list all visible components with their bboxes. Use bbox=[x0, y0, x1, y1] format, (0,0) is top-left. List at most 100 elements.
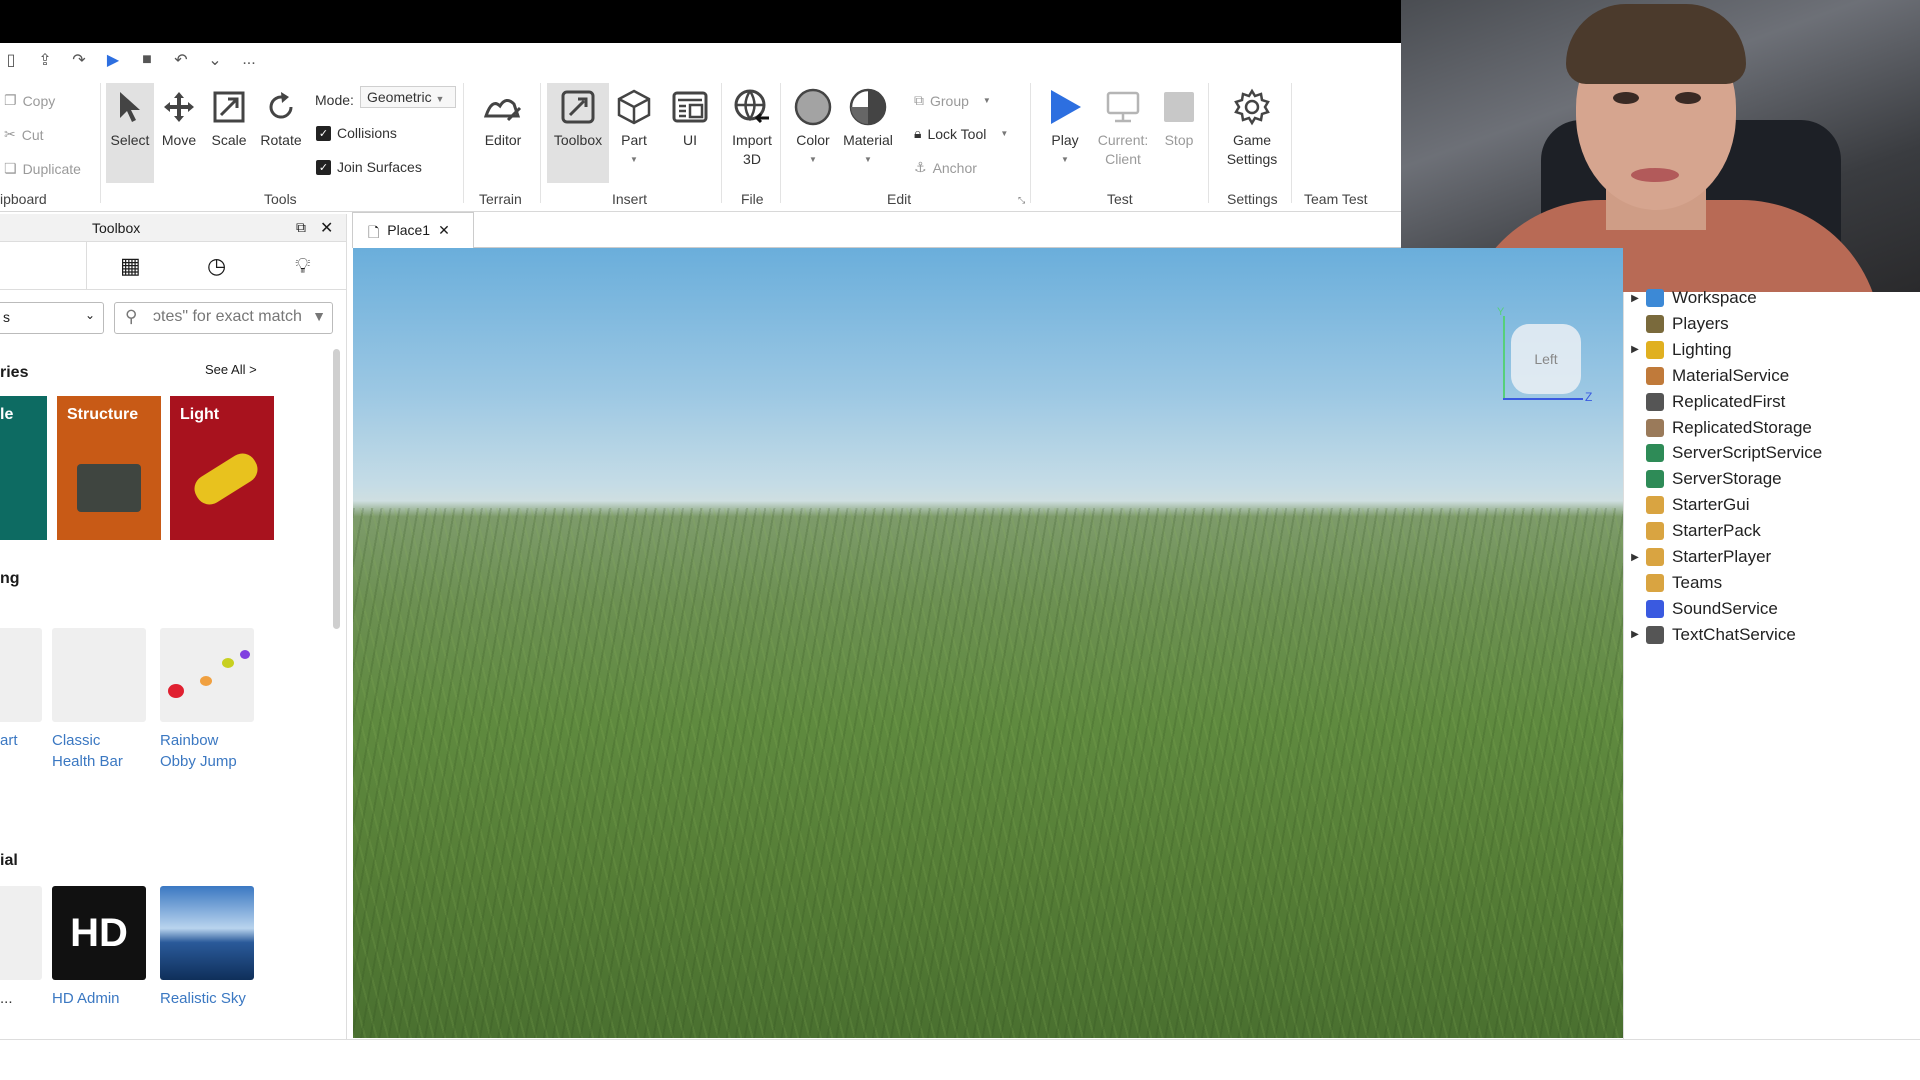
game-settings-button[interactable]: Game Settings bbox=[1222, 85, 1282, 169]
customize-icon[interactable]: ⌄ bbox=[206, 50, 224, 70]
explorer-item[interactable]: Players bbox=[1624, 311, 1729, 337]
toolbox-scrollbar[interactable] bbox=[333, 349, 340, 629]
explorer-item[interactable]: ▶ TextChatService bbox=[1624, 622, 1796, 648]
popout-icon[interactable]: ⧉ bbox=[296, 219, 306, 236]
collisions-label: Collisions bbox=[337, 125, 397, 141]
tab-creations[interactable]: 💡︎ bbox=[260, 242, 346, 289]
category-select[interactable]: s ⌄ bbox=[0, 302, 104, 334]
checkmark-icon: ✓ bbox=[316, 159, 331, 175]
separator bbox=[1030, 83, 1031, 203]
lock-tool-button[interactable]: 🔒︎ Lock Tool ▼ bbox=[914, 125, 1008, 142]
scale-button[interactable]: Scale bbox=[208, 85, 250, 150]
tools-group-label: Tools bbox=[264, 191, 297, 207]
explorer-item[interactable]: StarterGui bbox=[1624, 492, 1749, 518]
move-label: Move bbox=[161, 132, 197, 148]
group-button[interactable]: ⧉ Group ▼ bbox=[914, 92, 991, 109]
expand-arrow-icon[interactable]: ▶ bbox=[1624, 552, 1646, 563]
current-client-button[interactable]: Current: Client bbox=[1093, 85, 1153, 169]
view-cube[interactable]: Left bbox=[1511, 324, 1581, 394]
stop-icon[interactable]: ■ bbox=[138, 51, 156, 69]
asset-title: Classic bbox=[52, 732, 101, 749]
asset-card[interactable]: HD HD Admin bbox=[52, 886, 146, 1009]
category-tile-structure[interactable]: Structure bbox=[57, 396, 161, 540]
rotate-button[interactable]: Rotate bbox=[258, 85, 304, 150]
join-surfaces-checkbox[interactable]: ✓ Join Surfaces bbox=[316, 159, 422, 175]
cube-icon bbox=[613, 85, 655, 129]
separator bbox=[780, 83, 781, 203]
select-button[interactable]: Select bbox=[106, 83, 154, 183]
expand-arrow-icon[interactable]: ▶ bbox=[1624, 293, 1646, 304]
filter-icon[interactable]: ▼ bbox=[312, 308, 326, 324]
explorer-item[interactable]: ▶ StarterPlayer bbox=[1624, 544, 1771, 570]
stop-button[interactable]: Stop bbox=[1158, 85, 1200, 150]
more-button[interactable]: ... bbox=[240, 51, 258, 69]
explorer-item[interactable]: ServerStorage bbox=[1624, 466, 1782, 492]
cursor-icon bbox=[109, 85, 151, 129]
tab-place1[interactable]: 🗋︎ Place1 ✕ bbox=[352, 212, 474, 248]
tab-label: Place1 bbox=[387, 222, 431, 238]
collisions-checkbox[interactable]: ✓ Collisions bbox=[316, 125, 397, 141]
asset-card[interactable]: art bbox=[0, 628, 42, 751]
color-button[interactable]: Color ▼ bbox=[790, 85, 836, 169]
cut-button[interactable]: ✂ Cut bbox=[4, 126, 44, 143]
tab-recent[interactable]: ◷ bbox=[174, 242, 260, 289]
asset-card[interactable]: Classic Health Bar bbox=[52, 628, 146, 772]
separator bbox=[540, 83, 541, 203]
explorer-item[interactable]: StarterPack bbox=[1624, 518, 1761, 544]
anchor-button[interactable]: ⚓︎ Anchor bbox=[914, 159, 977, 176]
explorer-item[interactable]: Teams bbox=[1624, 570, 1722, 596]
expand-arrow-icon[interactable]: ▶ bbox=[1624, 344, 1646, 355]
ui-button[interactable]: UI bbox=[670, 85, 710, 150]
rotate-icon bbox=[260, 85, 302, 129]
see-all-link[interactable]: See All > bbox=[205, 362, 257, 377]
toolbox-button[interactable]: Toolbox bbox=[547, 83, 609, 183]
play-label: Play bbox=[1051, 132, 1079, 148]
undo-icon[interactable]: ↶ bbox=[172, 50, 190, 70]
new-file-icon[interactable]: ▯ bbox=[2, 50, 20, 70]
toolbox-panel: Toolbox ⧉ ✕ ▦ ◷ 💡︎ s ⌄ ⚲ ɔtes" for exact … bbox=[0, 214, 347, 1039]
mode-dropdown[interactable]: Geometric ▼ bbox=[360, 86, 456, 108]
explorer-item[interactable]: ▶ Lighting bbox=[1624, 337, 1732, 363]
tab-marketplace[interactable] bbox=[0, 242, 88, 289]
webcam-eye-left bbox=[1613, 92, 1639, 104]
category-tile-vehicle[interactable]: le bbox=[0, 396, 47, 540]
publish-icon[interactable]: ⇪ bbox=[36, 50, 54, 70]
expand-icon[interactable]: ⤡ bbox=[1018, 195, 1025, 206]
explorer-item[interactable]: ▶ Workspace bbox=[1624, 285, 1757, 311]
copy-button[interactable]: ❐ Copy bbox=[4, 92, 55, 109]
redo-icon[interactable]: ↷ bbox=[70, 50, 88, 70]
explorer-item[interactable]: MaterialService bbox=[1624, 363, 1789, 389]
play-button[interactable]: Play ▼ bbox=[1044, 85, 1086, 169]
lightbulb-icon: 💡︎ bbox=[295, 252, 311, 278]
close-icon[interactable]: ✕ bbox=[438, 222, 450, 239]
insert-group-label: Insert bbox=[612, 191, 648, 207]
duplicate-icon: ❏ bbox=[4, 160, 17, 176]
duplicate-button[interactable]: ❏ Duplicate bbox=[4, 160, 81, 177]
tab-inventory[interactable]: ▦ bbox=[87, 242, 173, 289]
asset-card[interactable]: ... bbox=[0, 886, 42, 1009]
asset-card[interactable]: Realistic Sky bbox=[160, 886, 254, 1009]
play-icon[interactable]: ▶ bbox=[104, 50, 122, 70]
join-surfaces-label: Join Surfaces bbox=[337, 159, 422, 175]
part-button[interactable]: Part ▼ bbox=[614, 85, 654, 169]
mode-value: Geometric bbox=[367, 89, 432, 105]
3d-viewport[interactable]: Y Z Left bbox=[353, 248, 1623, 1038]
explorer-item[interactable]: ReplicatedStorage bbox=[1624, 415, 1812, 441]
globe-import-icon bbox=[731, 85, 773, 129]
import-3d-button[interactable]: Import 3D bbox=[727, 85, 777, 169]
expand-arrow-icon[interactable]: ▶ bbox=[1624, 629, 1646, 640]
document-icon: 🗋︎ bbox=[368, 224, 380, 240]
file-group-label: File bbox=[741, 191, 764, 207]
asset-card[interactable]: Rainbow Obby Jump bbox=[160, 628, 254, 772]
select-label: Select bbox=[110, 132, 150, 148]
explorer-item[interactable]: ReplicatedFirst bbox=[1624, 389, 1785, 415]
chevron-down-icon: ▼ bbox=[982, 96, 991, 105]
material-button[interactable]: Material ▼ bbox=[840, 85, 896, 169]
search-input[interactable]: ⚲ ɔtes" for exact match ▼ bbox=[114, 302, 333, 334]
category-tile-light[interactable]: Light bbox=[170, 396, 274, 540]
terrain-editor-button[interactable]: Editor bbox=[478, 85, 528, 150]
explorer-item[interactable]: SoundService bbox=[1624, 596, 1778, 622]
move-button[interactable]: Move bbox=[158, 85, 200, 150]
explorer-item[interactable]: ServerScriptService bbox=[1624, 440, 1822, 466]
close-icon[interactable]: ✕ bbox=[320, 218, 333, 238]
